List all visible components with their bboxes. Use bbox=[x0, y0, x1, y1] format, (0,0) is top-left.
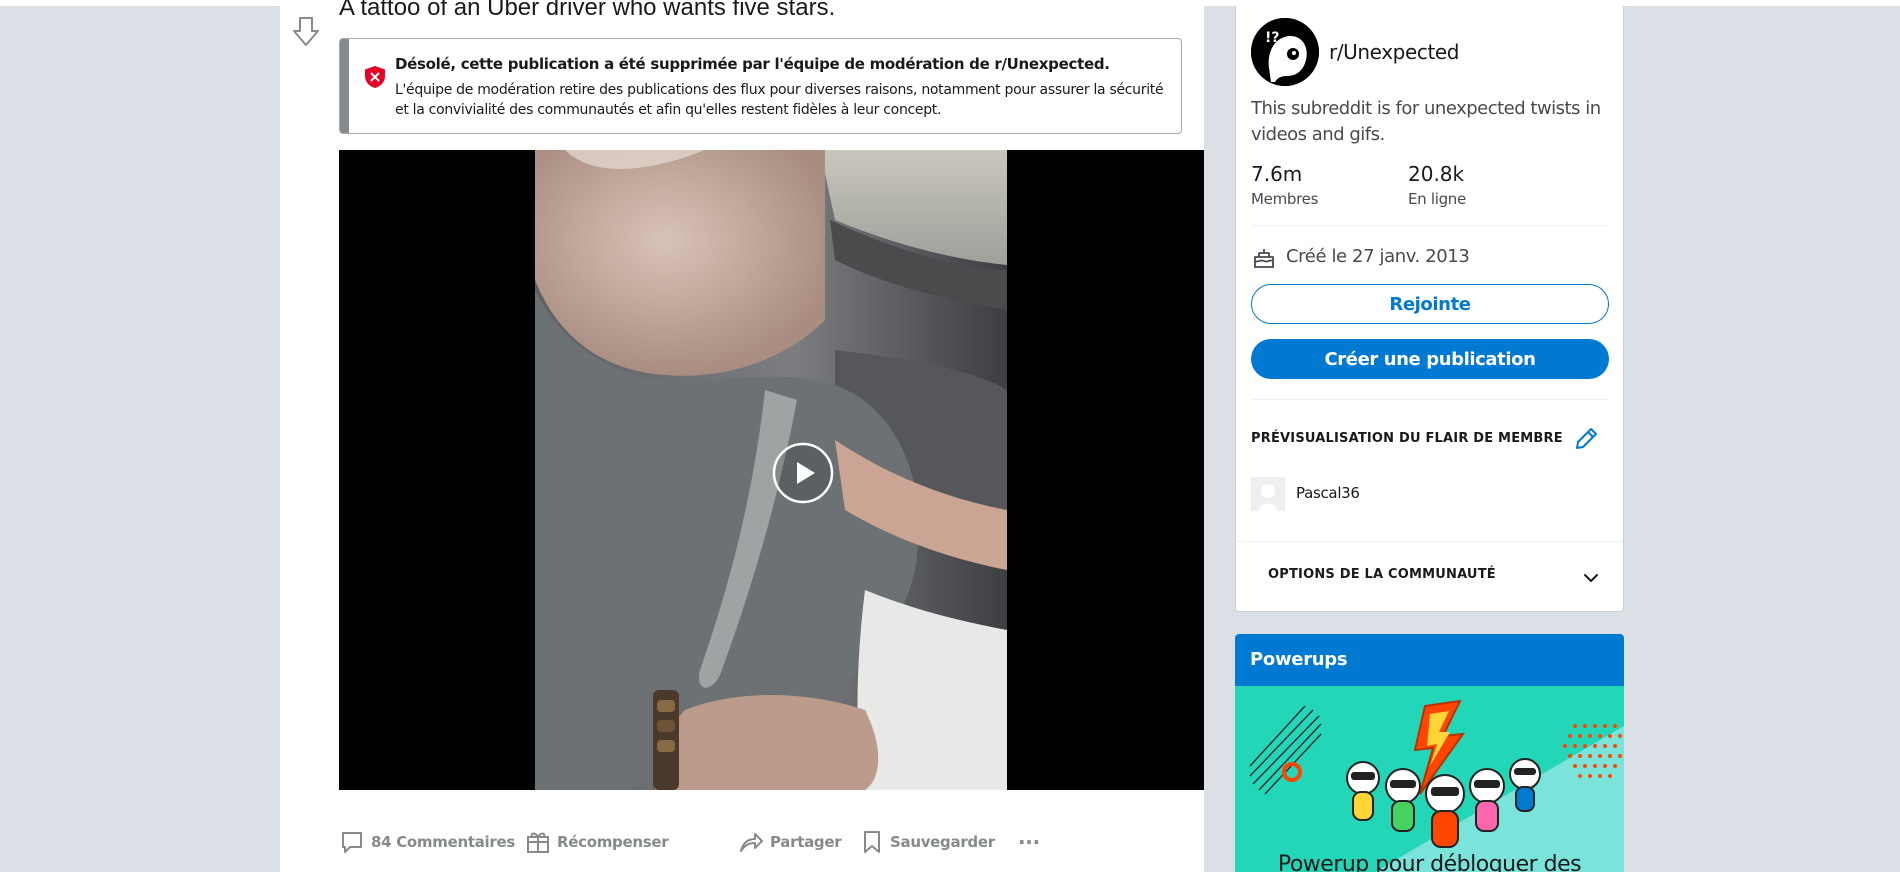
powerups-card: Powerups Powerup pour débloquer des bbox=[1235, 634, 1624, 872]
powerups-title: Powerups bbox=[1250, 649, 1348, 670]
subreddit-name[interactable]: r/Unexpected bbox=[1329, 40, 1460, 64]
members-label: Membres bbox=[1251, 190, 1319, 208]
award-button[interactable]: Récompenser bbox=[525, 827, 669, 857]
community-options-toggle[interactable]: OPTIONS DE LA COMMUNAUTÉ bbox=[1268, 567, 1496, 582]
award-icon bbox=[527, 832, 549, 853]
post-title[interactable]: A tattoo of an Uber driver who wants fiv… bbox=[339, 0, 1159, 22]
vote-column bbox=[280, 6, 336, 872]
chevron-down-icon[interactable] bbox=[1581, 568, 1601, 588]
edit-pencil-icon[interactable] bbox=[1573, 426, 1599, 452]
removed-notice: Désolé, cette publication a été supprimé… bbox=[339, 38, 1182, 134]
notice-text: L'équipe de modération retire des public… bbox=[395, 82, 1164, 118]
svg-text:!?: !? bbox=[1265, 30, 1280, 46]
powerups-text: Powerup pour débloquer des bbox=[1277, 852, 1582, 872]
joined-button[interactable]: Rejointe bbox=[1251, 284, 1609, 324]
subreddit-avatar[interactable]: !? bbox=[1251, 18, 1319, 86]
divider bbox=[1236, 541, 1623, 542]
divider bbox=[1251, 225, 1608, 226]
downvote-icon[interactable] bbox=[291, 14, 321, 50]
removed-shield-icon bbox=[365, 66, 385, 88]
powerups-illustration bbox=[1235, 686, 1624, 872]
create-post-button[interactable]: Créer une publication bbox=[1251, 339, 1609, 379]
online-count: 20.8k bbox=[1408, 162, 1465, 186]
save-label: Sauvegarder bbox=[890, 833, 995, 851]
notice-title: Désolé, cette publication a été supprimé… bbox=[395, 55, 1110, 73]
post-actions: 84 Commentaires Récompenser Partager Sau… bbox=[339, 827, 1040, 857]
comment-icon bbox=[342, 832, 362, 853]
video-player[interactable] bbox=[339, 150, 1204, 790]
save-button[interactable]: Sauvegarder bbox=[860, 827, 995, 857]
flair-username: Pascal36 bbox=[1296, 484, 1360, 502]
community-sidebar: !? r/Unexpected This subreddit is for un… bbox=[1235, 6, 1624, 612]
cake-icon bbox=[1254, 249, 1274, 268]
created-date: Créé le 27 janv. 2013 bbox=[1286, 246, 1470, 267]
play-icon[interactable] bbox=[771, 441, 835, 505]
post-card: A tattoo of an Uber driver who wants fiv… bbox=[280, 0, 1204, 872]
members-count: 7.6m bbox=[1251, 162, 1303, 186]
share-label: Partager bbox=[770, 833, 842, 851]
flair-avatar bbox=[1251, 477, 1285, 511]
save-icon bbox=[864, 831, 880, 853]
notice-accent-bar bbox=[340, 39, 349, 133]
flair-preview-heading: PRÉVISUALISATION DU FLAIR DE MEMBRE bbox=[1251, 431, 1563, 446]
share-icon bbox=[740, 833, 763, 852]
award-label: Récompenser bbox=[557, 833, 669, 851]
share-button[interactable]: Partager bbox=[738, 827, 842, 857]
comments-button[interactable]: 84 Commentaires bbox=[339, 827, 515, 857]
subreddit-description: This subreddit is for unexpected twists … bbox=[1251, 98, 1601, 145]
divider bbox=[1251, 399, 1608, 400]
more-icon[interactable]: ··· bbox=[1018, 827, 1040, 857]
powerups-header: Powerups bbox=[1235, 634, 1624, 686]
comments-label: 84 Commentaires bbox=[371, 833, 515, 851]
online-label: En ligne bbox=[1408, 190, 1466, 208]
